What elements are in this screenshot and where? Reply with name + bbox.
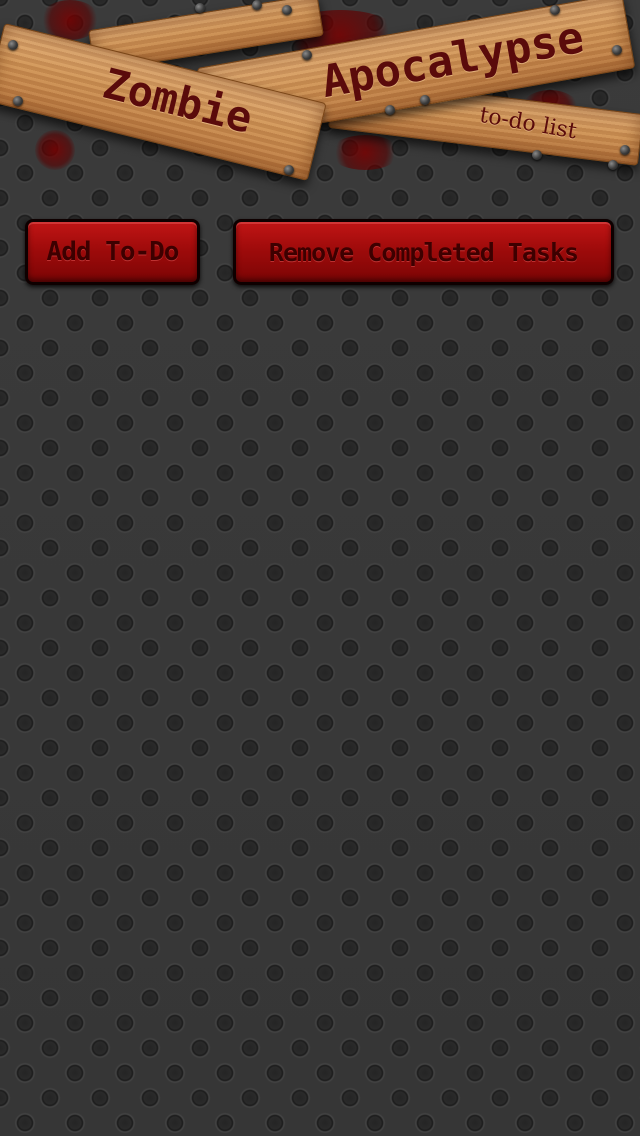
nail-icon (282, 5, 292, 15)
nail-icon (195, 3, 205, 13)
nail-icon (284, 165, 294, 175)
app-header: to-do list Apocalypse Zombie (0, 0, 640, 200)
blood-splatter (330, 135, 400, 170)
nail-icon (302, 50, 312, 60)
nail-icon (8, 40, 18, 50)
nail-icon (385, 105, 395, 115)
nail-icon (550, 5, 560, 15)
nail-icon (620, 145, 630, 155)
add-todo-button[interactable]: Add To-Do (25, 219, 200, 285)
nail-icon (532, 150, 542, 160)
nail-icon (612, 45, 622, 55)
subtitle-text: to-do list (477, 102, 579, 145)
blood-splatter (35, 130, 75, 170)
nail-icon (420, 95, 430, 105)
remove-completed-tasks-button[interactable]: Remove Completed Tasks (233, 219, 614, 285)
nail-icon (608, 160, 618, 170)
nail-icon (13, 96, 23, 106)
nail-icon (252, 0, 262, 10)
